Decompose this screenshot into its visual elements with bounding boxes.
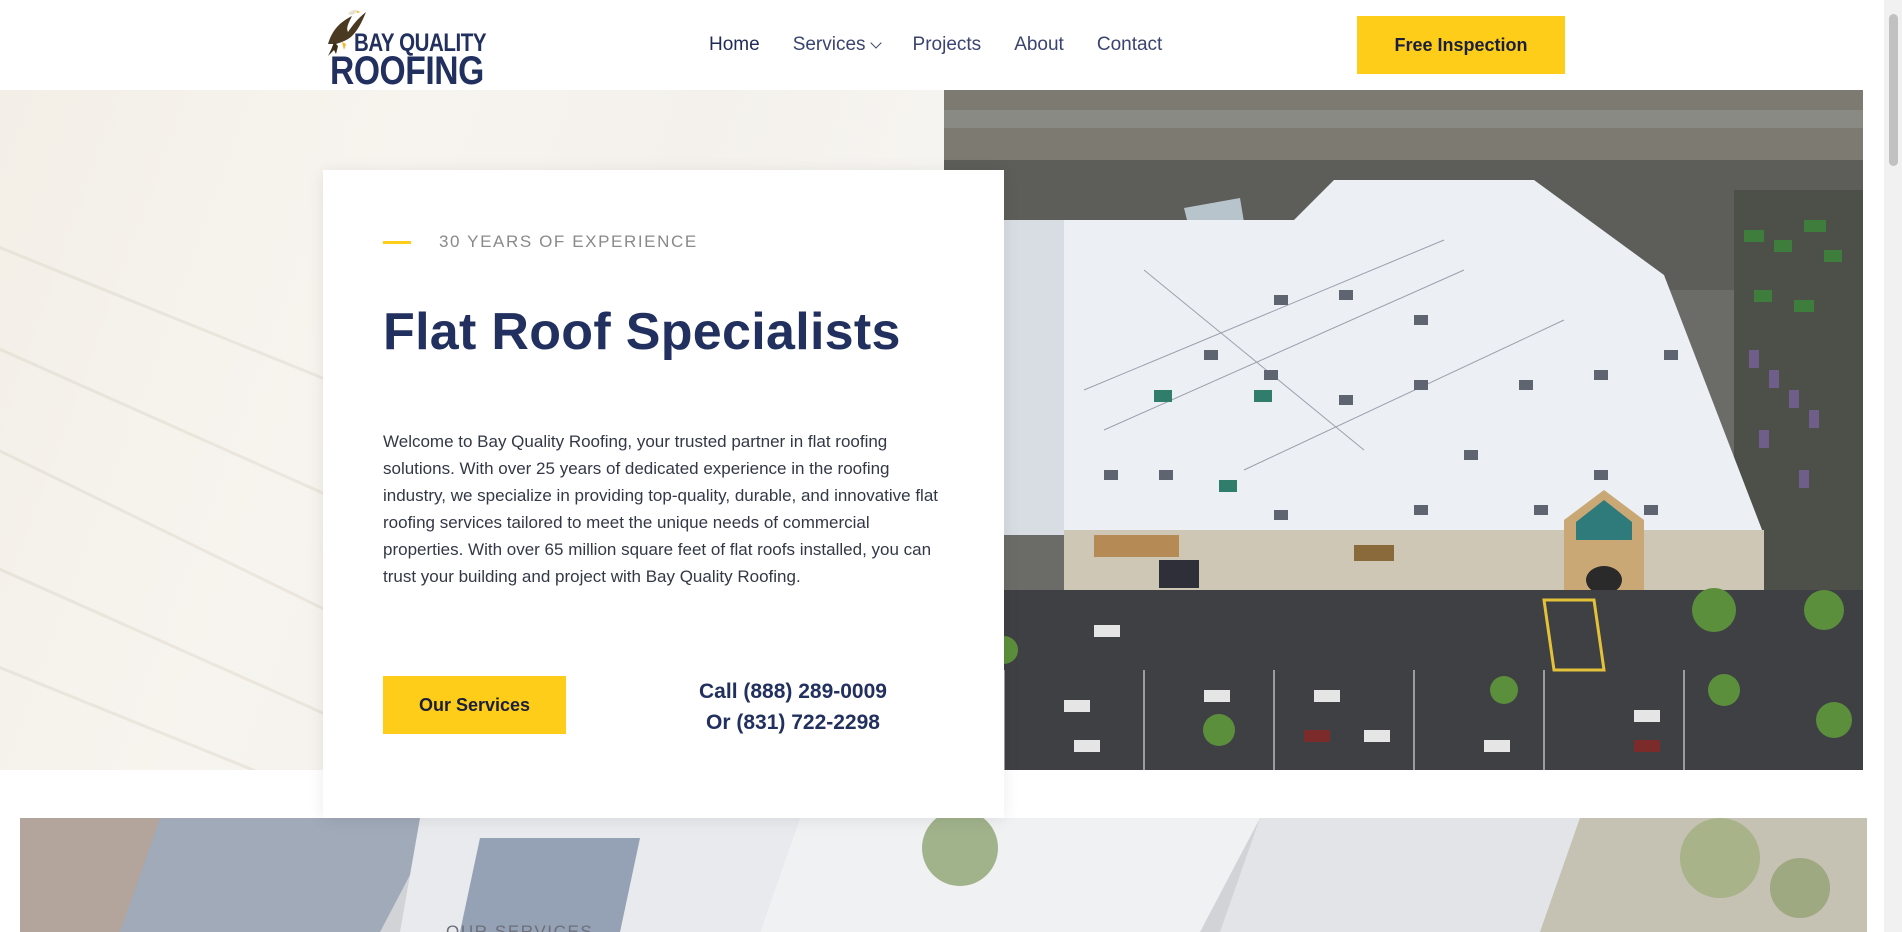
hero-aerial-photo (944, 90, 1863, 770)
scrollbar-thumb[interactable] (1889, 14, 1898, 166)
nav-projects-label: Projects (912, 34, 982, 55)
hero-card: 30 YEARS OF EXPERIENCE Flat Roof Special… (323, 170, 1004, 818)
nav-services[interactable]: Services (792, 34, 882, 56)
chevron-down-icon (869, 36, 882, 49)
nav-contact-label: Contact (1096, 34, 1163, 55)
nav-services-label: Services (792, 34, 866, 55)
eyebrow-text: 30 YEARS OF EXPERIENCE (439, 232, 698, 251)
logo-text-line2: ROOFING (330, 49, 484, 93)
phone-contacts: Call (888) 289-0009 Or (831) 722-2298 (663, 676, 923, 738)
hero-description: Welcome to Bay Quality Roofing, your tru… (383, 432, 939, 586)
our-services-button[interactable]: Our Services (383, 676, 566, 734)
section-eyebrow: OUR SERVICES (446, 922, 594, 932)
section-overlay (20, 818, 1867, 932)
phone-primary-link[interactable]: Call (888) 289-0009 (663, 676, 923, 707)
nav-about-label: About (1014, 34, 1064, 55)
free-inspection-button[interactable]: Free Inspection (1357, 16, 1565, 74)
main-nav: Home Services Projects About Contact (709, 31, 1195, 59)
nav-about[interactable]: About (1014, 34, 1064, 56)
eyebrow-accent-line (383, 240, 411, 244)
nav-projects[interactable]: Projects (913, 34, 982, 56)
experience-eyebrow: 30 YEARS OF EXPERIENCE (383, 232, 698, 252)
nav-home[interactable]: Home (709, 34, 760, 56)
site-header: BAY QUALITY ROOFING Home Services Projec… (0, 0, 1884, 91)
page-scrollbar[interactable] (1884, 0, 1902, 932)
aerial-roof-illustration (944, 90, 1863, 770)
phone-secondary-link[interactable]: Or (831) 722-2298 (663, 707, 923, 738)
page-title: Flat Roof Specialists (383, 303, 901, 361)
nav-contact[interactable]: Contact (1097, 34, 1162, 56)
services-section-background: OUR SERVICES (20, 818, 1867, 932)
site-logo[interactable]: BAY QUALITY ROOFING (322, 4, 487, 91)
nav-home-label: Home (709, 34, 760, 55)
